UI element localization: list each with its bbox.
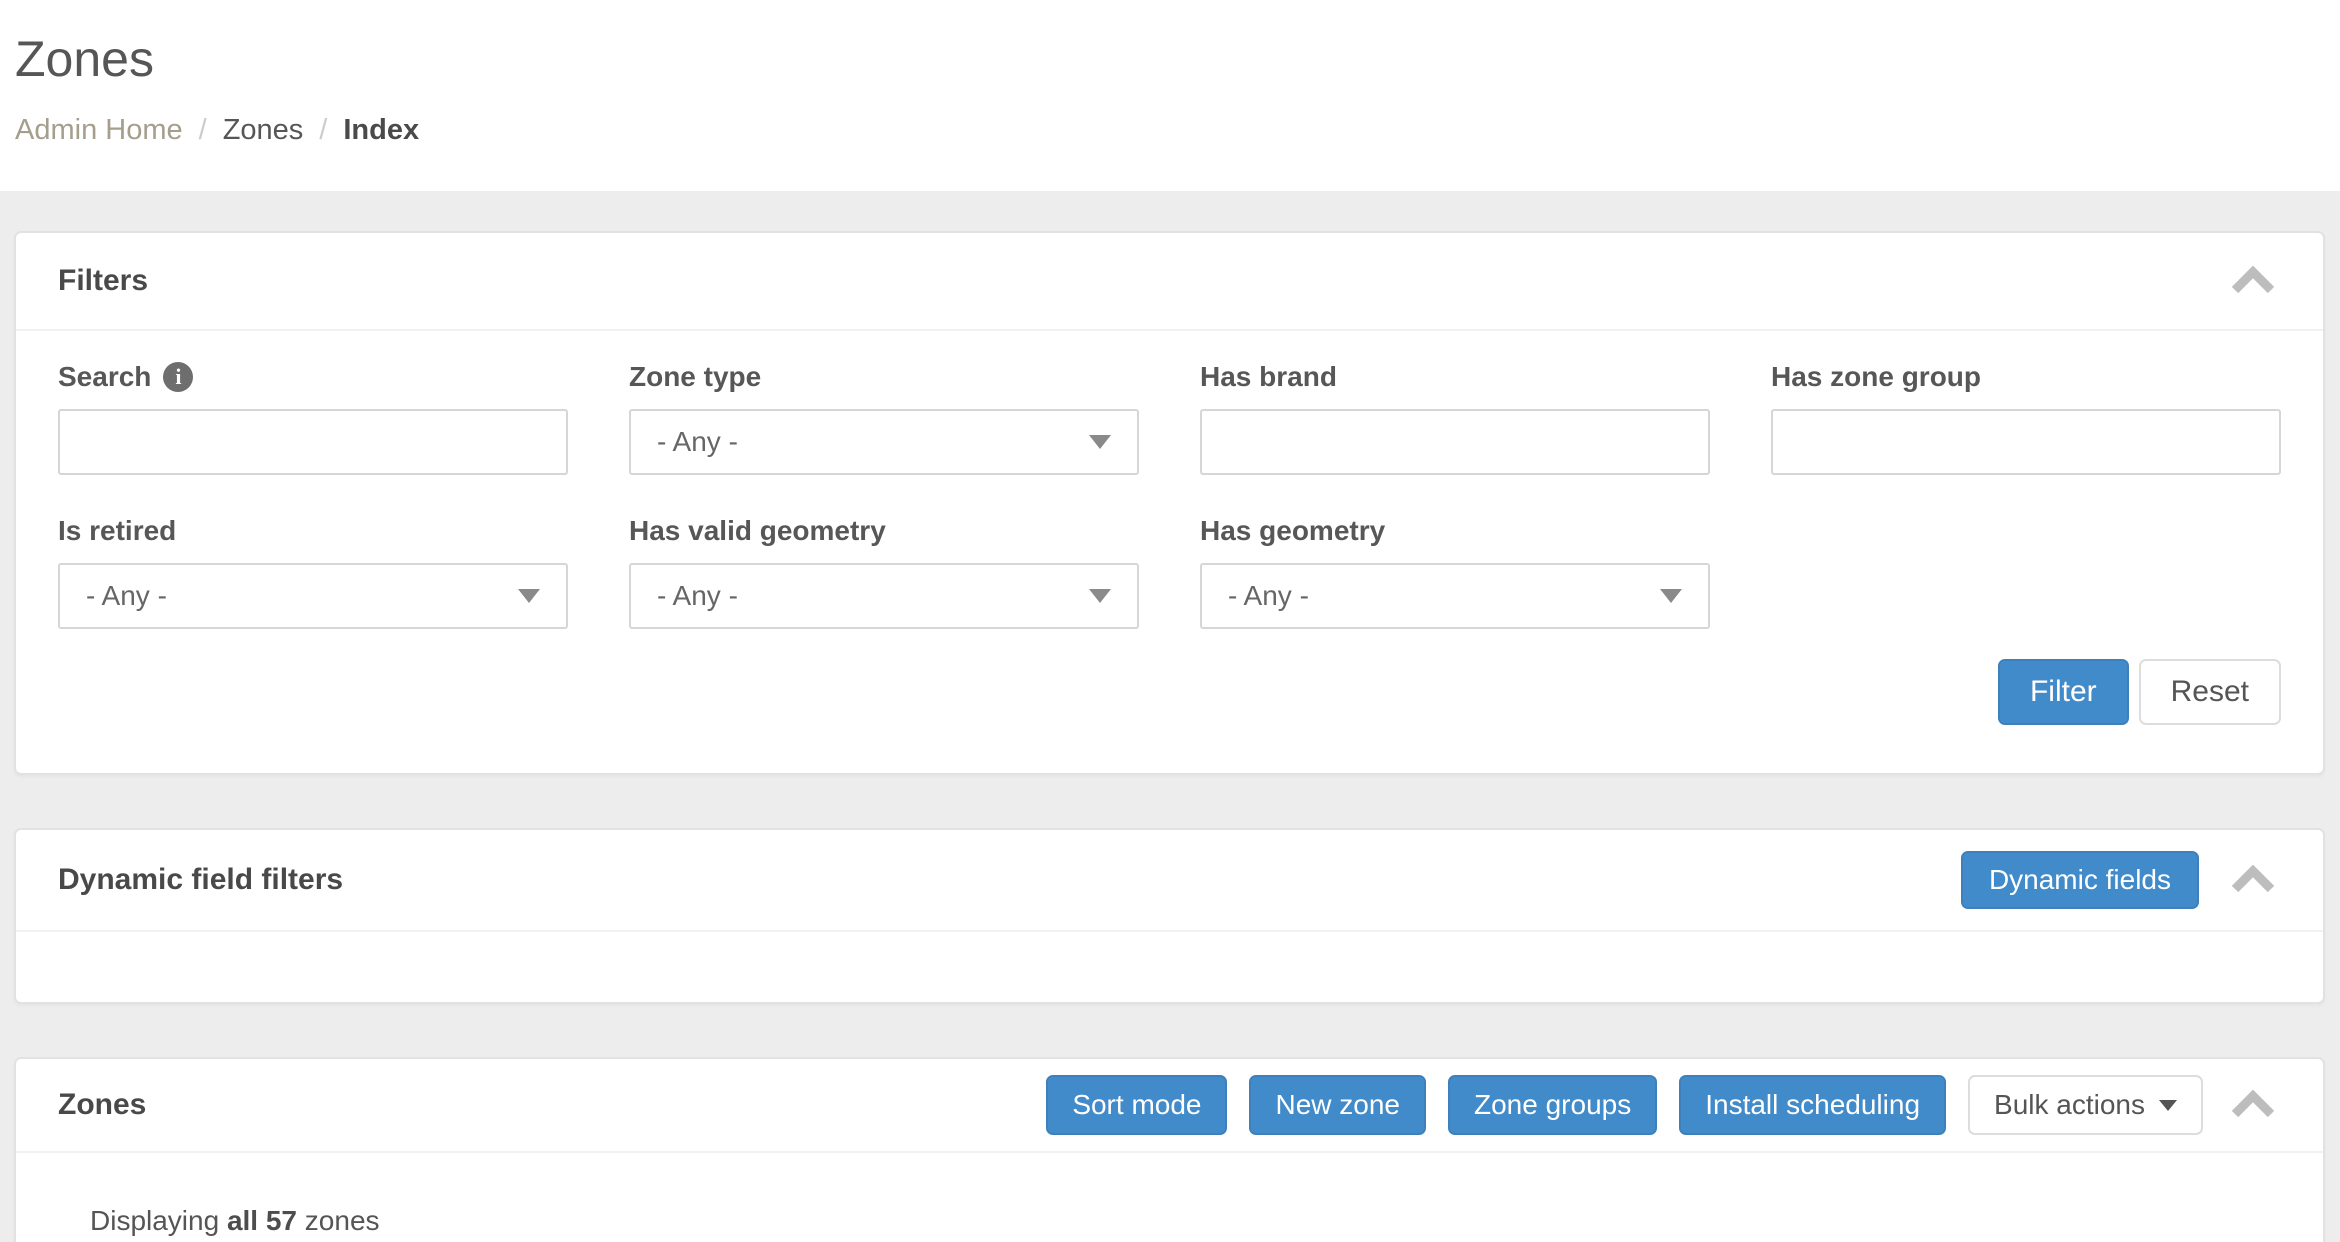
zone-type-select-value: - Any - <box>657 426 738 458</box>
caret-down-icon <box>1089 589 1111 603</box>
chevron-up-icon <box>2231 266 2275 297</box>
bulk-actions-dropdown-button[interactable]: Bulk actions <box>1968 1075 2203 1135</box>
caret-down-icon <box>1660 589 1682 603</box>
has-geometry-select[interactable]: - Any - <box>1200 563 1710 629</box>
zone-type-select[interactable]: - Any - <box>629 409 1139 475</box>
zone-type-label: Zone type <box>629 357 1139 397</box>
filter-field-empty <box>1771 511 2281 629</box>
breadcrumb-link-zones[interactable]: Zones <box>223 114 304 147</box>
has-valid-geometry-select-value: - Any - <box>657 580 738 612</box>
caret-down-icon <box>2159 1100 2177 1111</box>
caret-down-icon <box>518 589 540 603</box>
install-scheduling-button[interactable]: Install scheduling <box>1679 1075 1946 1135</box>
zones-header-buttons: Sort mode New zone Zone groups Install s… <box>1046 1075 2281 1135</box>
bulk-actions-label: Bulk actions <box>1994 1089 2145 1121</box>
breadcrumb-separator: / <box>199 114 207 147</box>
breadcrumb-separator: / <box>319 114 327 147</box>
has-valid-geometry-select[interactable]: - Any - <box>629 563 1139 629</box>
filter-field-search: Search i <box>58 357 568 475</box>
dynamic-fields-button[interactable]: Dynamic fields <box>1961 851 2199 909</box>
page-title: Zones <box>15 30 2325 88</box>
zones-count-status: Displaying all 57 zones <box>90 1205 2281 1237</box>
filter-actions: Filter Reset <box>58 659 2281 725</box>
has-brand-input[interactable] <box>1200 409 1710 475</box>
dynamic-panel-header: Dynamic field filters Dynamic fields <box>16 830 2323 930</box>
filter-field-has-zone-group: Has zone group <box>1771 357 2281 475</box>
is-retired-select-value: - Any - <box>86 580 167 612</box>
filter-field-is-retired: Is retired - Any - <box>58 511 568 629</box>
dynamic-panel-body <box>16 932 2323 1002</box>
reset-button[interactable]: Reset <box>2139 659 2281 725</box>
search-label: Search i <box>58 357 568 397</box>
zones-panel-title: Zones <box>58 1088 146 1122</box>
zones-panel-body: Displaying all 57 zones <box>16 1153 2323 1242</box>
filters-panel-header: Filters <box>16 233 2323 329</box>
zones-panel-header: Zones Sort mode New zone Zone groups Ins… <box>16 1059 2323 1151</box>
has-zone-group-label: Has zone group <box>1771 357 2281 397</box>
filters-collapse-button[interactable] <box>2225 260 2281 303</box>
has-brand-label: Has brand <box>1200 357 1710 397</box>
filters-panel: Filters Search i Zone type <box>14 231 2325 775</box>
dynamic-panel-title: Dynamic field filters <box>58 863 343 897</box>
chevron-up-icon <box>2231 865 2275 896</box>
filter-field-zone-type: Zone type - Any - <box>629 357 1139 475</box>
dynamic-collapse-button[interactable] <box>2225 859 2281 902</box>
new-zone-button[interactable]: New zone <box>1249 1075 1426 1135</box>
filter-field-has-valid-geometry: Has valid geometry - Any - <box>629 511 1139 629</box>
has-geometry-select-value: - Any - <box>1228 580 1309 612</box>
breadcrumb: Admin Home / Zones / Index <box>15 114 2325 147</box>
breadcrumb-link-admin-home[interactable]: Admin Home <box>15 114 183 147</box>
search-input[interactable] <box>58 409 568 475</box>
chevron-up-icon <box>2231 1090 2275 1121</box>
filter-field-has-brand: Has brand <box>1200 357 1710 475</box>
zones-panel: Zones Sort mode New zone Zone groups Ins… <box>14 1057 2325 1242</box>
content-area: Filters Search i Zone type <box>0 191 2340 1242</box>
breadcrumb-current: Index <box>343 114 419 147</box>
has-valid-geometry-label: Has valid geometry <box>629 511 1139 551</box>
filters-panel-body: Search i Zone type - Any - Has brand <box>16 331 2323 773</box>
has-geometry-label: Has geometry <box>1200 511 1710 551</box>
caret-down-icon <box>1089 435 1111 449</box>
is-retired-label: Is retired <box>58 511 568 551</box>
zones-collapse-button[interactable] <box>2225 1084 2281 1127</box>
info-circle-icon[interactable]: i <box>163 362 193 392</box>
has-zone-group-input[interactable] <box>1771 409 2281 475</box>
filters-panel-title: Filters <box>58 264 148 298</box>
sort-mode-button[interactable]: Sort mode <box>1046 1075 1227 1135</box>
filter-field-has-geometry: Has geometry - Any - <box>1200 511 1710 629</box>
filter-button[interactable]: Filter <box>1998 659 2129 725</box>
dynamic-field-filters-panel: Dynamic field filters Dynamic fields <box>14 828 2325 1004</box>
zone-groups-button[interactable]: Zone groups <box>1448 1075 1657 1135</box>
page-header: Zones Admin Home / Zones / Index <box>0 0 2340 191</box>
is-retired-select[interactable]: - Any - <box>58 563 568 629</box>
